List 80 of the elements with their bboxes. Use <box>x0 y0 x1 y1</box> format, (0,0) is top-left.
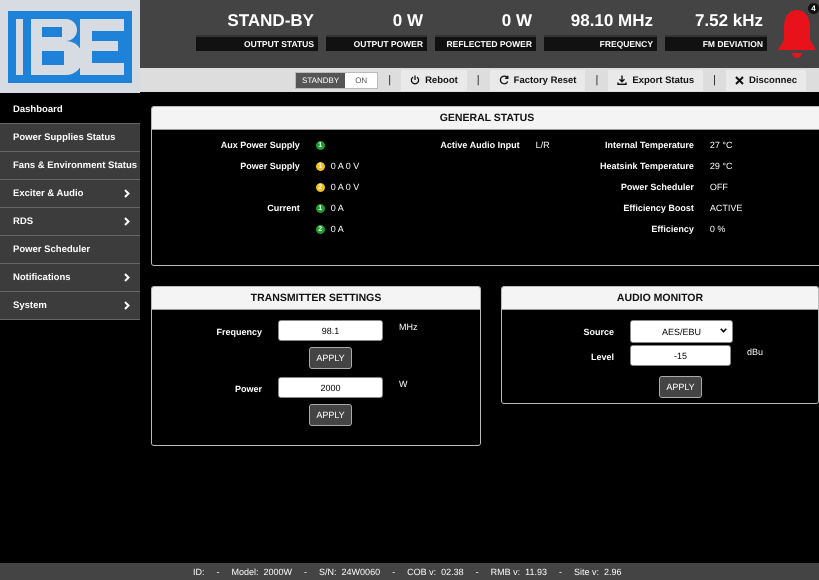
status-value: 0 A 0 V <box>330 182 360 192</box>
status-label: OUTPUT POWER <box>326 35 427 51</box>
status-label: OUTPUT STATUS <box>196 35 318 51</box>
panel-title: AUDIO MONITOR <box>502 287 818 310</box>
status-label: Aux Power Supply <box>220 140 300 152</box>
status-label: Efficiency Boost <box>622 203 694 215</box>
mode-toggle-option[interactable]: ON <box>345 72 378 88</box>
field-label: Frequency <box>215 326 262 337</box>
status-label: Power Scheduler <box>620 182 694 194</box>
status-value: 27 °C <box>710 140 734 152</box>
panel-title: TRANSMITTER SETTINGS <box>152 287 480 310</box>
status-label: Current <box>266 203 300 215</box>
status-label: Power Supply <box>239 161 300 173</box>
toolbar-button[interactable]: Disconnec <box>726 70 806 90</box>
status-value: 7.52 kHz <box>694 11 764 32</box>
notification-badge: 4 <box>808 3 819 14</box>
toolbar-separator: | <box>388 74 392 86</box>
status-value: 29 °C <box>710 161 734 173</box>
footer-info: ID: <box>193 566 205 576</box>
status-label: REFLECTED POWER <box>435 35 536 51</box>
input-field[interactable]: -15 <box>630 345 731 366</box>
status-value: L/R <box>536 140 551 152</box>
status-value: OFF <box>710 182 729 194</box>
toolbar-button[interactable]: Factory Reset <box>490 70 586 90</box>
toolbar-separator: | <box>595 74 598 86</box>
sidebar-item[interactable]: Power Supplies Status <box>0 124 140 152</box>
apply-button[interactable]: APPLY <box>309 347 352 369</box>
footer-separator: - <box>476 566 479 576</box>
source-dropdown[interactable]: AES/EBU <box>630 320 733 343</box>
sidebar-item[interactable]: System <box>0 292 140 320</box>
status-value: 0 A 0 V <box>330 161 360 171</box>
footer-info: Model: 2000W <box>232 566 292 576</box>
toolbar-button[interactable]: Reboot <box>401 70 467 90</box>
status-value: 0 % <box>710 224 726 236</box>
status-value: STAND-BY <box>226 11 315 32</box>
toolbar-separator: | <box>476 74 480 86</box>
status-label: FM DEVIATION <box>665 35 767 51</box>
unit-label: W <box>399 378 408 389</box>
input-field[interactable]: 98.1 <box>278 320 383 341</box>
status-value: ACTIVE <box>710 203 742 215</box>
unit-label: dBu <box>747 346 764 357</box>
download-icon <box>617 75 628 85</box>
sidebar-item[interactable]: Power Scheduler <box>0 236 140 264</box>
apply-button[interactable]: APPLY <box>309 404 352 426</box>
sidebar-item[interactable]: Notifications <box>0 264 140 292</box>
status-label: Internal Temperature <box>604 140 694 152</box>
reset-icon <box>498 75 509 85</box>
sidebar-item[interactable]: RDS <box>0 208 140 236</box>
status-label: FREQUENCY <box>544 35 657 51</box>
footer-info: S/N: 24W0060 <box>319 566 380 576</box>
status-label: Active Audio Input <box>439 140 520 152</box>
status-value: 0 W <box>500 11 533 32</box>
footer-separator: - <box>216 566 220 576</box>
sidebar-item[interactable]: Exciter & Audio <box>0 180 140 208</box>
footer-separator: - <box>392 566 396 576</box>
status-label: Heatsink Temperature <box>600 161 694 173</box>
field-label: Level <box>590 351 614 362</box>
panel-title: GENERAL STATUS <box>152 107 819 130</box>
caret-icon <box>720 328 727 333</box>
status-value: 0 W <box>392 11 424 32</box>
footer-info: Site v: 2.96 <box>574 566 622 576</box>
status-value: 98.10 MHz <box>570 11 654 32</box>
status-label: Efficiency <box>650 224 694 236</box>
power-icon <box>410 75 420 85</box>
field-label: Power <box>234 383 262 394</box>
apply-button[interactable]: APPLY <box>659 376 702 398</box>
sidebar-item[interactable]: Fans & Environment Status <box>0 152 140 180</box>
field-label: Source <box>582 326 614 337</box>
input-field[interactable]: 2000 <box>278 377 383 398</box>
footer-separator: - <box>558 566 562 576</box>
toolbar-separator: | <box>713 74 716 86</box>
status-value: 0 A <box>330 224 344 234</box>
mode-toggle-option[interactable]: STANDBY <box>296 72 346 88</box>
footer-info: COB v: 02.38 <box>407 566 464 576</box>
toolbar-button[interactable]: Export Status <box>608 70 704 90</box>
unit-label: MHz <box>399 321 418 332</box>
footer-separator: - <box>304 566 308 576</box>
close-icon <box>734 76 744 84</box>
footer-info: RMB v: 11.93 <box>490 566 547 576</box>
status-value: 0 A <box>330 203 344 213</box>
